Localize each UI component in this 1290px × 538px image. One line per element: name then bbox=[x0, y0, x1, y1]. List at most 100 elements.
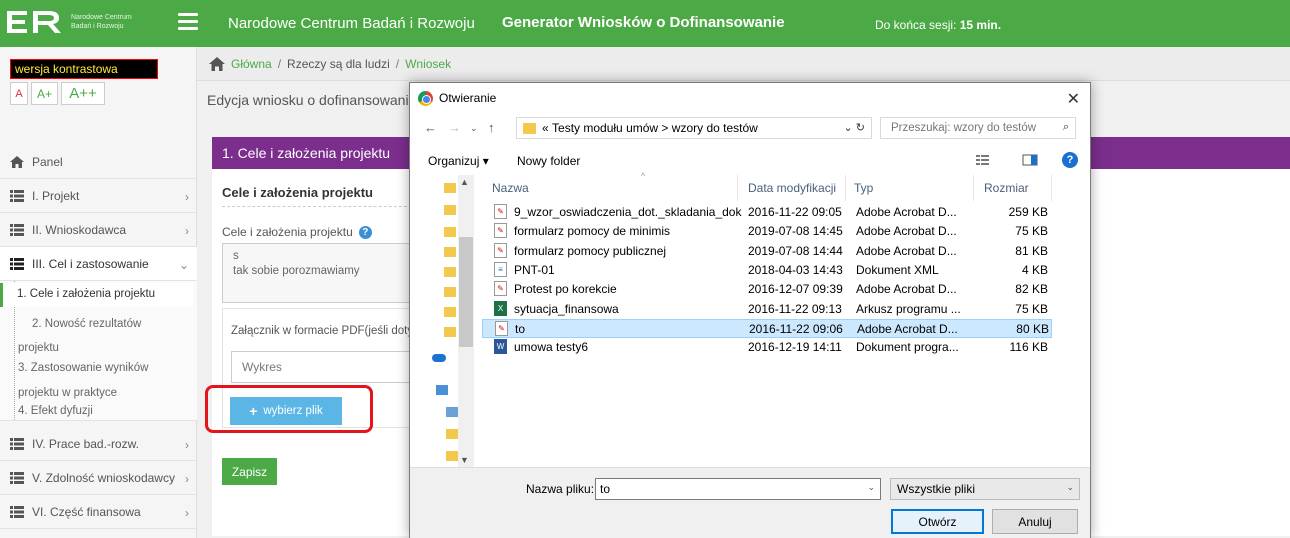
file-name: Protest po korekcie bbox=[514, 282, 617, 297]
home-icon[interactable] bbox=[209, 56, 225, 71]
up-arrow-icon[interactable]: ↑ bbox=[488, 120, 495, 135]
sort-caret-icon: ^ bbox=[641, 171, 646, 181]
chrome-icon bbox=[418, 90, 433, 106]
computer-icon[interactable] bbox=[436, 385, 448, 395]
tree-folder-icon[interactable] bbox=[446, 451, 458, 461]
back-arrow-icon[interactable]: ← bbox=[424, 120, 437, 135]
sidebar-item-wnioskodawca[interactable]: II. Wnioskodawca › bbox=[0, 213, 197, 247]
scroll-up-icon[interactable]: ▲ bbox=[460, 177, 469, 187]
file-row[interactable]: ✎ to 2016-11-22 09:06 Adobe Acrobat D... 80 … bbox=[482, 318, 1052, 338]
file-type: Adobe Acrobat D... bbox=[856, 224, 957, 239]
path-bar[interactable]: « Testy modułu umów > wzory do testów ⌄ … bbox=[516, 117, 872, 139]
file-size: 259 KB bbox=[1008, 205, 1048, 219]
scroll-down-icon[interactable]: ▼ bbox=[460, 455, 469, 465]
sidebar-item-panel[interactable]: Panel bbox=[0, 145, 197, 179]
xml-file-icon: ≡ bbox=[494, 261, 507, 277]
help-icon[interactable]: ? bbox=[1062, 152, 1078, 168]
tree-folder-icon[interactable] bbox=[446, 429, 458, 439]
file-type-filter[interactable]: Wszystkie pliki ⌄ bbox=[890, 478, 1080, 500]
tree-scrollbar-thumb[interactable] bbox=[459, 237, 473, 347]
tree-folder-icon[interactable] bbox=[444, 327, 456, 337]
contrast-version-button[interactable]: wersja kontrastowa bbox=[10, 59, 158, 79]
organize-label: Organizuj bbox=[428, 154, 480, 168]
subnav-item-efekt[interactable]: 4. Efekt dyfuzji bbox=[18, 405, 93, 417]
filename-value: to bbox=[600, 482, 611, 496]
organize-button[interactable]: Organizuj ▾ bbox=[428, 154, 489, 168]
section-header: 1. Cele i założenia projektu bbox=[212, 137, 412, 169]
recent-dropdown-icon[interactable]: ⌄ bbox=[470, 123, 478, 134]
tree-folder-icon[interactable] bbox=[444, 205, 456, 215]
breadcrumb-current: Wniosek bbox=[405, 56, 452, 71]
pdf-file-icon: ✎ bbox=[494, 281, 507, 297]
filename-input[interactable]: to ⌄ bbox=[595, 478, 881, 500]
view-options-icon[interactable] bbox=[976, 153, 992, 167]
tree-folder-icon[interactable] bbox=[444, 267, 456, 277]
file-row[interactable]: ✎ 9_wzor_oswiadczenia_dot._skladania_dok.… bbox=[482, 203, 1052, 222]
subnav-item-nowosc[interactable]: 2. Nowość rezultatów bbox=[32, 318, 141, 330]
sidebar-item-zdolnosc[interactable]: V. Zdolność wnioskodawcy › bbox=[0, 461, 197, 495]
forward-arrow-icon[interactable]: → bbox=[448, 120, 461, 135]
font-size-medium-button[interactable]: A+ bbox=[31, 82, 58, 105]
close-icon[interactable]: ✕ bbox=[1067, 89, 1080, 109]
doc-file-icon: W bbox=[494, 339, 507, 355]
subnav-item-zastosowanie-cont[interactable]: projektu w praktyce bbox=[18, 387, 117, 399]
path-folder-2[interactable]: wzory do testów bbox=[672, 121, 758, 135]
logo-mark-icon bbox=[5, 7, 65, 37]
ncbr-logo[interactable]: Narodowe Centrum Badań i Rozwoju bbox=[5, 5, 195, 39]
tree-folder-icon[interactable] bbox=[444, 183, 456, 193]
chevron-down-icon: ⌄ bbox=[1066, 482, 1074, 492]
path-folder-1[interactable]: Testy modułu umów bbox=[552, 121, 658, 135]
sidebar-item-finanse[interactable]: VI. Część finansowa › bbox=[0, 495, 197, 529]
attachment-name-field[interactable]: Wykres bbox=[231, 351, 413, 383]
cancel-button[interactable]: Anuluj bbox=[992, 509, 1078, 534]
column-header-type[interactable]: Typ bbox=[846, 175, 974, 201]
open-button[interactable]: Otwórz bbox=[891, 509, 984, 534]
help-icon[interactable]: ? bbox=[358, 225, 372, 239]
breadcrumb-project[interactable]: Rzeczy są dla ludzi bbox=[287, 57, 390, 71]
save-button[interactable]: Zapisz bbox=[222, 458, 277, 485]
address-row: ← → ⌄ ↑ « Testy modułu umów > wzory do t… bbox=[410, 115, 1090, 141]
subnav-item-cele[interactable]: 1. Cele i założenia projektu bbox=[0, 283, 193, 307]
column-header-size[interactable]: Rozmiar bbox=[974, 175, 1052, 201]
preview-pane-icon[interactable] bbox=[1022, 153, 1038, 167]
pdf-file-icon: ✎ bbox=[494, 204, 507, 219]
attachment-label: Załącznik w formacie PDF(jeśli doty bbox=[231, 325, 411, 337]
onedrive-icon[interactable] bbox=[432, 354, 446, 362]
list-icon bbox=[10, 471, 24, 484]
site-title: Narodowe Centrum Badań i Rozwoju bbox=[228, 15, 475, 32]
chevron-down-icon[interactable]: ⌄ bbox=[867, 482, 875, 493]
file-row[interactable]: ✎ formularz pomocy publicznej 2019-07-08 1… bbox=[482, 242, 1052, 261]
file-row[interactable]: Xsytuacja_finansowa 2016-11-22 09:13 Arkus… bbox=[482, 300, 1052, 319]
column-header-name[interactable]: Nazwa ^ bbox=[474, 171, 738, 201]
file-row[interactable]: Wumowa testy6 2016-12-19 14:11 Dokument pr… bbox=[482, 338, 1052, 357]
file-size: 81 KB bbox=[1015, 243, 1048, 258]
goals-textarea[interactable]: s tak sobie porozmawiamy bbox=[222, 243, 412, 303]
file-row[interactable]: ✎ formularz pomocy de minimis 2019-07-08 1… bbox=[482, 222, 1052, 241]
sidebar-item-cel-i-zastosowanie[interactable]: III. Cel i zastosowanie ⌄ bbox=[0, 247, 197, 281]
documents-icon[interactable] bbox=[446, 407, 458, 417]
dialog-search-input[interactable]: Przeszukaj: wzory do testów ⌕ bbox=[880, 117, 1076, 139]
font-size-large-button[interactable]: A++ bbox=[61, 82, 105, 105]
tree-folder-icon[interactable] bbox=[444, 227, 456, 237]
search-placeholder: Przeszukaj: wzory do testów bbox=[891, 122, 1037, 134]
sidebar-item-projekt[interactable]: I. Projekt › bbox=[0, 179, 197, 213]
sidebar-item-prace[interactable]: IV. Prace bad.-rozw. › bbox=[0, 427, 197, 461]
refresh-icon[interactable]: ⌄ ↻ bbox=[844, 121, 866, 134]
subnav-item-nowosc-cont[interactable]: projektu bbox=[18, 342, 59, 354]
file-row[interactable]: ✎ Protest po korekcie 2016-12-07 09:39 Adob… bbox=[482, 280, 1052, 299]
new-folder-button[interactable]: Nowy folder bbox=[517, 154, 580, 168]
tree-folder-icon[interactable] bbox=[444, 287, 456, 297]
sidebar-item-label: Panel bbox=[32, 154, 63, 169]
tree-folder-icon[interactable] bbox=[444, 307, 456, 317]
tree-folder-icon[interactable] bbox=[444, 247, 456, 257]
folder-icon bbox=[523, 122, 536, 134]
subnav-item-zastosowanie[interactable]: 3. Zastosowanie wyników bbox=[18, 362, 148, 374]
file-row[interactable]: ≡ PNT-01 2018-04-03 14:43 Dokument XML 4 KB bbox=[482, 261, 1052, 280]
column-header-date[interactable]: Data modyfikacji bbox=[738, 175, 846, 201]
font-size-small-button[interactable]: A bbox=[10, 82, 28, 105]
file-date: 2016-12-19 14:11 bbox=[748, 340, 842, 355]
logo-text: Narodowe Centrum Badań i Rozwoju bbox=[71, 13, 132, 31]
hamburger-menu-icon[interactable] bbox=[178, 13, 198, 31]
chevron-right-icon: › bbox=[185, 438, 189, 452]
breadcrumb-home-link[interactable]: Główna bbox=[231, 57, 272, 71]
